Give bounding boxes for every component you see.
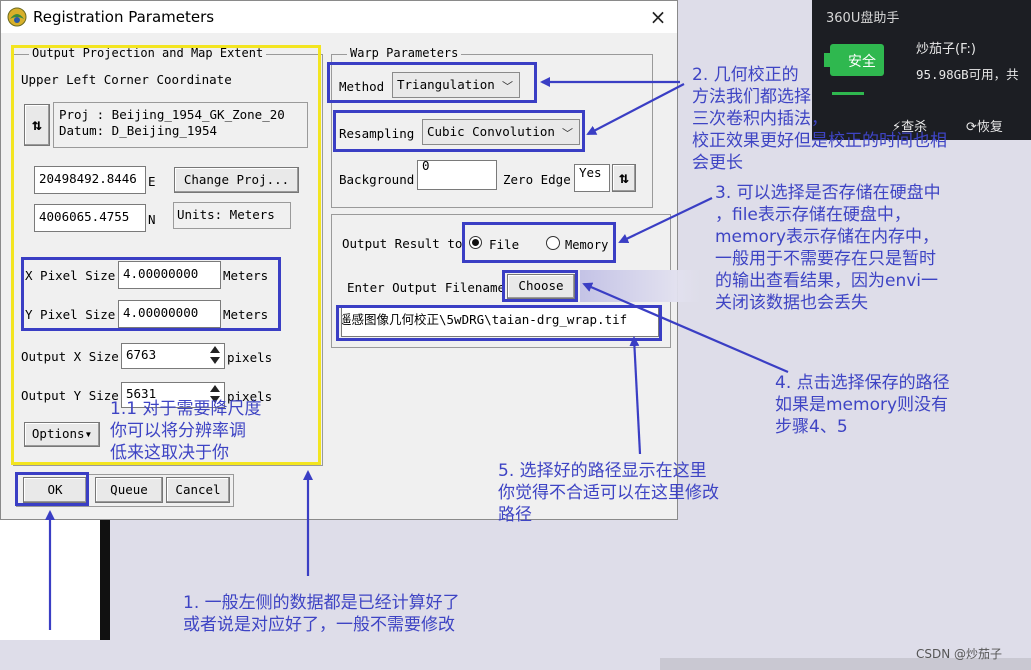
annotation-line: 1.1 对于需要降尺度 xyxy=(110,399,262,419)
annotation-line: 的输出查看结果，因为envi一 xyxy=(715,271,939,291)
background-dark-bar xyxy=(100,520,110,640)
output-result-highlight xyxy=(462,222,616,263)
annotation-line: 步骤4、5 xyxy=(775,417,848,437)
close-icon[interactable]: × xyxy=(641,4,675,30)
annotation-line: 你可以将分辨率调 xyxy=(110,421,246,441)
annotation-line: 3. 可以选择是否存储在硬盘中 xyxy=(715,183,941,203)
dialog-title: Registration Parameters xyxy=(33,8,215,26)
filename-highlight xyxy=(336,305,662,341)
annotation-line: 1. 一般左侧的数据都是已经计算好了 xyxy=(183,593,460,613)
zero-edge-value: Yes xyxy=(574,164,610,192)
annotation-line: 2. 几何校正的 xyxy=(692,65,799,85)
annotation-3: 3. 可以选择是否存储在硬盘中 ，file表示存储在硬盘中， memory表示存… xyxy=(715,182,941,314)
annotation-line: 校正效果更好但是校正的时间也相 xyxy=(692,131,947,151)
pixel-size-highlight xyxy=(21,257,281,331)
annotation-line: 一般用于不需要存在只是暂时 xyxy=(715,249,936,269)
cancel-button[interactable]: Cancel xyxy=(166,477,230,503)
drive-name: 炒茄子(F:) xyxy=(916,42,976,57)
annotation-1-1: 1.1 对于需要降尺度 你可以将分辨率调 低来这取决于你 xyxy=(110,398,261,464)
annotation-line: 4. 点击选择保存的路径 xyxy=(775,373,950,393)
envi-app-icon xyxy=(7,7,27,27)
annotation-line: memory表示存储在内存中， xyxy=(715,227,940,247)
output-result-label: Output Result to xyxy=(342,236,463,251)
watermark: CSDN @炒茄子 xyxy=(916,647,1003,661)
ok-highlight xyxy=(15,472,89,506)
title-bar[interactable]: Registration Parameters × xyxy=(1,1,677,33)
resampling-highlight xyxy=(333,110,585,152)
redacted-blur-strip xyxy=(580,270,700,302)
annotation-4: 4. 点击选择保存的路径 如果是memory则没有 步骤4、5 xyxy=(775,372,950,438)
annotation-5: 5. 选择好的路径显示在这里 你觉得不合适可以在这里修改 路径 xyxy=(498,460,719,526)
method-highlight xyxy=(327,62,537,103)
annotation-line: 低来这取决于你 xyxy=(110,443,229,463)
background-window-strip xyxy=(0,510,110,640)
annotation-1: 1. 一般左侧的数据都是已经计算好了 或者说是对应好了，一般不需要修改 xyxy=(183,592,460,636)
annotation-line: 方法我们都选择 xyxy=(692,87,811,107)
annotation-2: 2. 几何校正的 方法我们都选择 三次卷积内插法， 校正效果更好但是校正的时间也… xyxy=(692,64,1031,174)
choose-highlight xyxy=(502,270,578,302)
background-label: Background xyxy=(339,172,415,187)
annotation-line: 或者说是对应好了，一般不需要修改 xyxy=(183,615,455,635)
annotation-line: ，file表示存储在硬盘中， xyxy=(715,205,911,225)
zero-edge-label: Zero Edge xyxy=(503,172,571,187)
output-filename-label: Enter Output Filename xyxy=(347,280,506,295)
popup-title: 360U盘助手 xyxy=(826,11,900,26)
annotation-line: 你觉得不合适可以在这里修改 xyxy=(498,483,719,503)
annotation-line: 如果是memory则没有 xyxy=(775,395,949,415)
background-input[interactable]: 0 xyxy=(417,159,497,190)
zero-edge-toggle-icon[interactable]: ⇅ xyxy=(612,164,636,192)
annotation-line: 会更长 xyxy=(692,153,743,173)
annotation-line: 5. 选择好的路径显示在这里 xyxy=(498,461,707,481)
annotation-line: 关闭该数据也会丢失 xyxy=(715,293,868,313)
annotation-line: 三次卷积内插法， xyxy=(692,109,828,129)
annotation-line: 路径 xyxy=(498,505,532,525)
warp-parameters-legend: Warp Parameters xyxy=(347,46,462,60)
queue-button[interactable]: Queue xyxy=(95,477,163,503)
